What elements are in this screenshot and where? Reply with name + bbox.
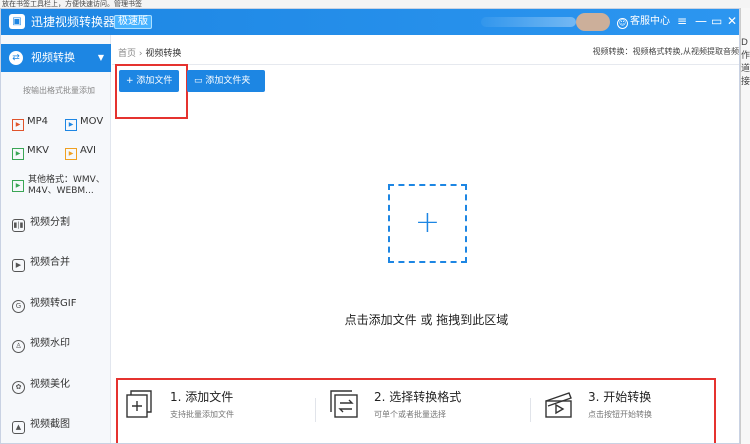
maximize-button[interactable]: ▭ — [711, 14, 722, 28]
other-file-icon: ▶ — [12, 180, 24, 192]
palette-icon: ✿ — [12, 381, 25, 394]
format-label: MP4 — [27, 116, 49, 127]
step-title: 2. 选择转换格式 — [374, 390, 462, 404]
background-window-edge: D 作 道 接 — [740, 8, 750, 444]
format-select-step-icon — [330, 390, 358, 418]
title-bar: ▣ 迅捷视频转换器 极速版 ☺ 客服中心 ≡ — ▭ ✕ — [1, 9, 739, 35]
speed-badge: 极速版 — [114, 15, 152, 29]
step-description: 点击按钮开始转换 — [588, 410, 652, 419]
sidebar-item-label: 视频截图 — [30, 419, 70, 430]
step-description: 可单个或者批量选择 — [374, 410, 446, 419]
watermark-icon: ♙ — [12, 340, 25, 353]
app-logo-icon: ▣ — [9, 14, 25, 29]
menu-button[interactable]: ≡ — [677, 14, 687, 28]
file-drop-zone[interactable]: + — [388, 184, 467, 263]
add-folder-label: 添加文件夹 — [205, 76, 251, 86]
format-label: 其他格式：WMV、M4V、WEBM... — [28, 175, 105, 196]
mp4-file-icon: ▶ — [12, 119, 24, 131]
format-other[interactable]: ▶ 其他格式：WMV、M4V、WEBM... — [12, 175, 110, 197]
start-convert-step-icon — [545, 392, 572, 418]
format-label: AVI — [80, 145, 96, 156]
steps-guide: 1. 添加文件 支持批量添加文件 2. 选择转换格式 可单个或者批量选择 3. … — [116, 378, 716, 443]
sidebar-item-video-convert[interactable]: ⇄ 视频转换 ▼ — [1, 44, 111, 72]
sidebar-item-label: 视频水印 — [30, 338, 70, 349]
feature-description: 视频转换：视频格式转换,从视频提取音频 — [592, 47, 739, 56]
step-divider — [315, 398, 316, 422]
sidebar-item-label: 视频转换 — [31, 51, 75, 64]
sidebar-item-label: 视频合并 — [30, 257, 70, 268]
format-avi[interactable]: ▶ AVI — [65, 144, 96, 160]
format-label: MKV — [27, 145, 50, 156]
chat-icon: ☺ — [617, 18, 628, 29]
mkv-file-icon: ▶ — [12, 148, 24, 160]
add-file-step-icon — [126, 390, 152, 418]
play-icon: ▶ — [12, 259, 25, 272]
title-search-field[interactable] — [481, 17, 576, 27]
breadcrumb-separator: › — [138, 49, 143, 59]
breadcrumb-current: 视频转换 — [145, 49, 182, 59]
app-title: 迅捷视频转换器 — [31, 15, 116, 29]
format-mkv[interactable]: ▶ MKV — [12, 144, 49, 160]
app-window: ▣ 迅捷视频转换器 极速版 ☺ 客服中心 ≡ — ▭ ✕ ⇄ 视频转换 ▼ 按输出… — [0, 8, 740, 444]
step-divider — [530, 398, 531, 422]
header-divider — [112, 64, 739, 65]
sidebar-item-video-beautify[interactable]: ✿ 视频美化 — [12, 378, 70, 394]
browser-bookmark-hint: 放在书签工具栏上，方便快速访问。管理书签 — [0, 0, 750, 8]
sidebar-item-label: 视频美化 — [30, 379, 70, 390]
background-window-text: D 作 道 接 — [741, 38, 750, 87]
step-title: 3. 开始转换 — [588, 390, 652, 404]
sidebar-item-video-screenshot[interactable]: ▲ 视频截图 — [12, 418, 70, 434]
drop-zone-hint: 点击添加文件 或 拖拽到此区域 — [344, 313, 509, 327]
plus-icon: + — [414, 205, 441, 240]
add-folder-button[interactable]: ▭ 添加文件夹 — [187, 70, 265, 92]
convert-icon: ⇄ — [9, 51, 23, 65]
gif-icon: G — [12, 300, 25, 313]
customer-service-button[interactable]: ☺ 客服中心 — [617, 15, 670, 29]
split-icon: ▮|▮ — [12, 219, 25, 232]
plus-icon: + — [126, 76, 137, 86]
sidebar: ⇄ 视频转换 ▼ 按输出格式批量添加 ▶ MP4 ▶ MOV ▶ MKV ▶ AVI ▶… — [1, 35, 111, 443]
sidebar-item-video-merge[interactable]: ▶ 视频合并 — [12, 256, 70, 272]
breadcrumb: 首页 › 视频转换 — [118, 46, 181, 59]
sidebar-item-video-gif[interactable]: G 视频转GIF — [12, 297, 76, 313]
add-file-label: 添加文件 — [136, 76, 173, 86]
main-panel: 首页 › 视频转换 视频转换：视频格式转换,从视频提取音频 + 添加文件 ▭ 添… — [112, 35, 739, 443]
avi-file-icon: ▶ — [65, 148, 77, 160]
chevron-down-icon: ▼ — [97, 53, 104, 62]
step-title: 1. 添加文件 — [170, 390, 234, 404]
format-label: MOV — [80, 116, 104, 127]
sidebar-item-video-watermark[interactable]: ♙ 视频水印 — [12, 337, 70, 353]
minimize-button[interactable]: — — [695, 14, 707, 28]
mov-file-icon: ▶ — [65, 119, 77, 131]
breadcrumb-home[interactable]: 首页 — [118, 49, 136, 59]
sidebar-item-label: 视频分割 — [30, 217, 70, 228]
user-avatar[interactable] — [576, 13, 610, 31]
sidebar-item-label: 视频转GIF — [30, 298, 77, 309]
sidebar-subheading: 按输出格式批量添加 — [23, 86, 95, 95]
sidebar-item-video-split[interactable]: ▮|▮ 视频分割 — [12, 216, 70, 232]
add-file-button[interactable]: + 添加文件 — [119, 70, 179, 92]
close-button[interactable]: ✕ — [727, 14, 737, 28]
format-mov[interactable]: ▶ MOV — [65, 115, 103, 131]
folder-icon: ▭ — [194, 76, 206, 86]
customer-service-label: 客服中心 — [630, 16, 670, 27]
image-icon: ▲ — [12, 421, 25, 434]
format-mp4[interactable]: ▶ MP4 — [12, 115, 48, 131]
step-description: 支持批量添加文件 — [170, 410, 234, 419]
